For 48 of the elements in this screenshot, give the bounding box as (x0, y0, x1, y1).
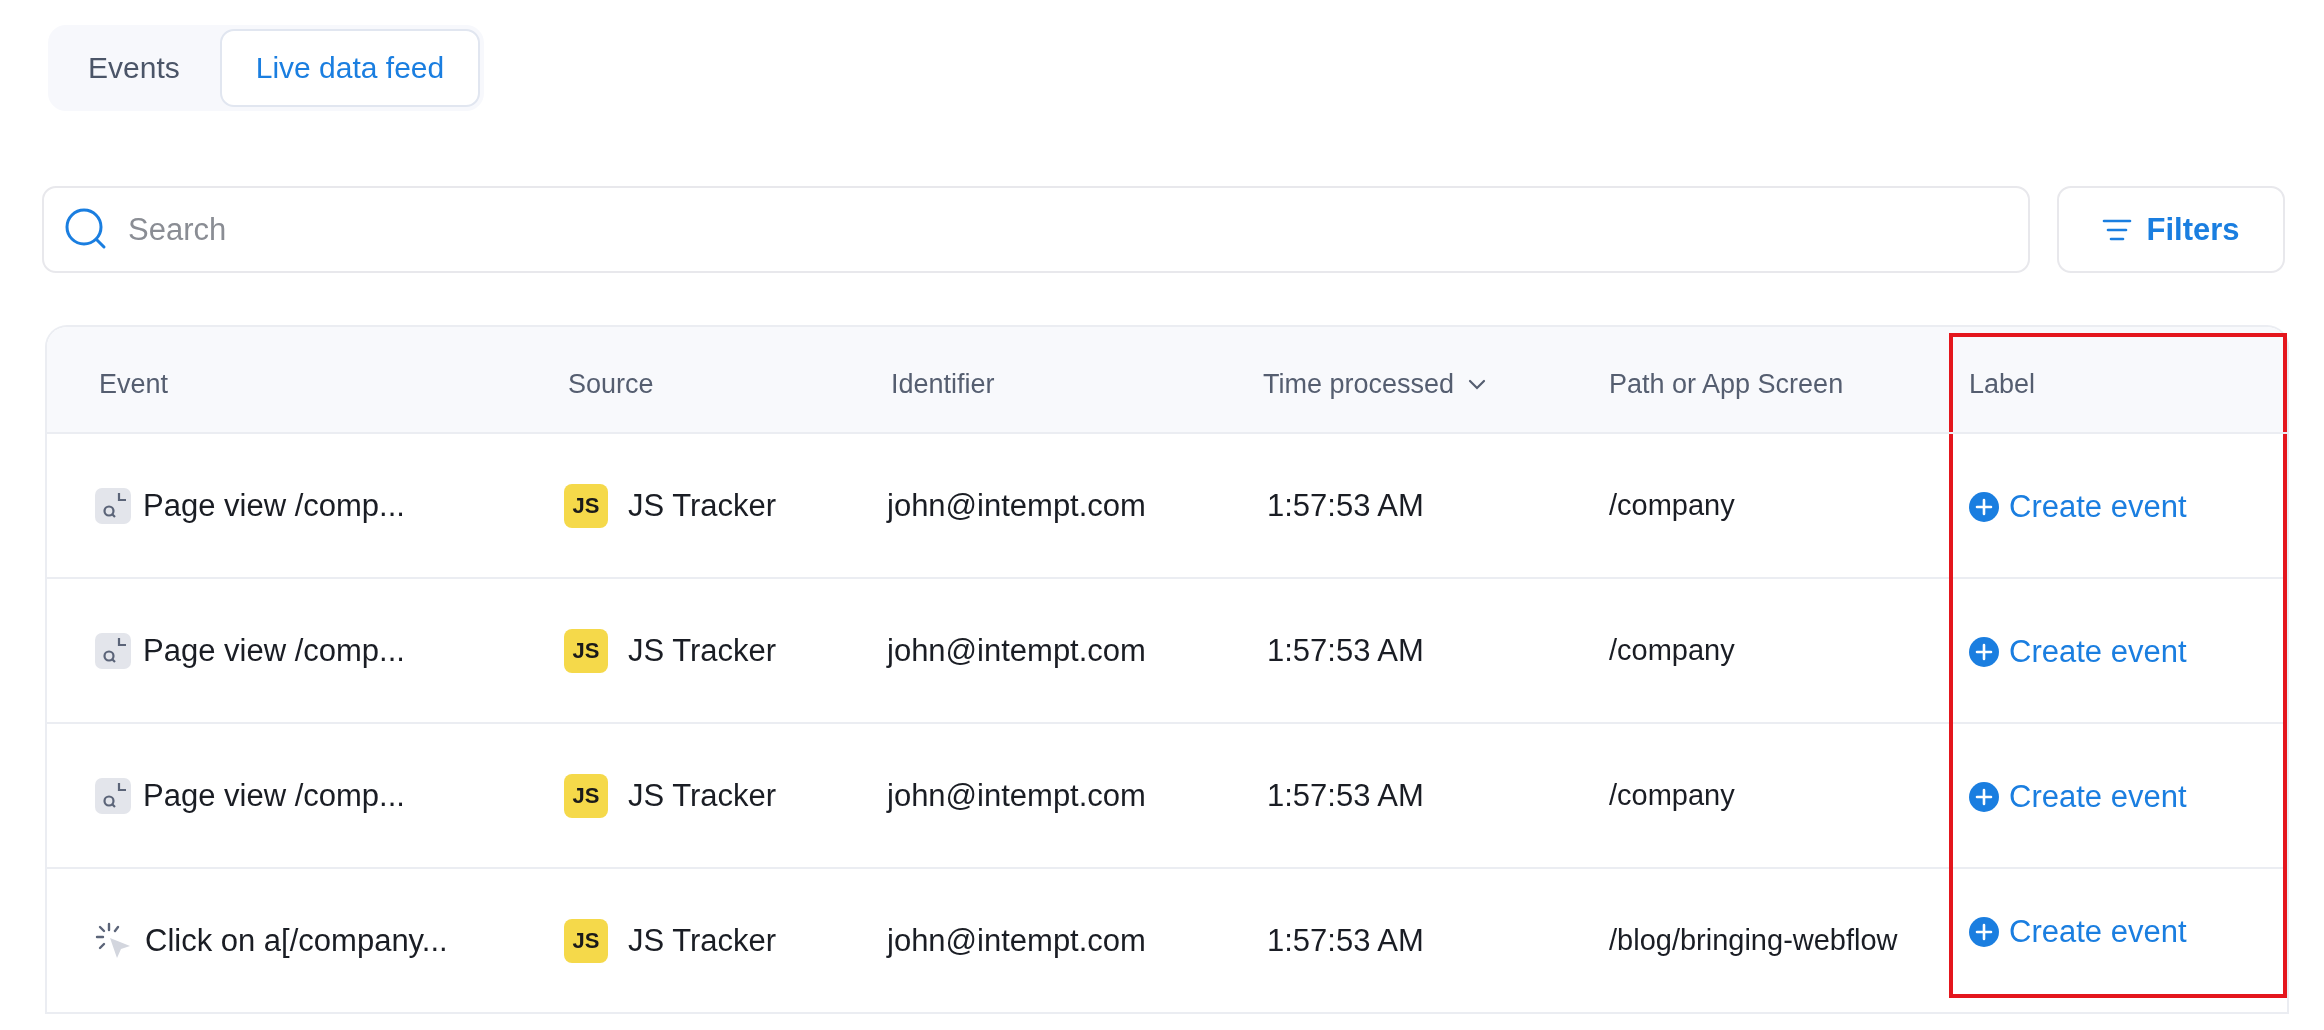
source-name: JS Tracker (628, 922, 777, 959)
event-name: Click on a[/company... (145, 922, 448, 959)
create-event-link[interactable]: Create event (1969, 778, 2187, 815)
time-cell-text: 1:57:53 AM (1266, 632, 1424, 669)
tab[interactable]: Events (52, 29, 216, 107)
column-header: Path or App Screen (1609, 369, 1844, 400)
create-event-link[interactable]: Create event (1969, 913, 2187, 950)
time-cell-text: 1:57:53 AM (1266, 922, 1424, 959)
column-header: Label (1969, 369, 2036, 400)
identifier-cell: john@intempt.com (887, 922, 1146, 959)
js-badge: JS (564, 918, 608, 963)
page-view-icon (95, 487, 131, 524)
search-icon (64, 207, 108, 251)
column-header: Identifier (891, 369, 995, 400)
identifier-cell: john@intempt.com (887, 777, 1146, 814)
page-view-icon (95, 777, 131, 814)
js-badge: JS (564, 628, 608, 673)
path-cell-text: /company (1608, 779, 1735, 812)
event-name: Page view /comp... (143, 632, 405, 669)
plus-circle-icon (1969, 916, 1999, 947)
identifier-cell: john@intempt.com (887, 632, 1146, 669)
filters-button[interactable]: Filters (2057, 186, 2285, 273)
source-name: JS Tracker (628, 632, 777, 669)
event-name: Page view /comp... (143, 487, 405, 524)
path-cell-text: /company (1608, 634, 1735, 667)
plus-circle-icon (1969, 491, 1999, 522)
identifier-cell: john@intempt.com (887, 487, 1146, 524)
plus-circle-icon (1969, 781, 1999, 812)
page-view-icon (95, 632, 131, 669)
path-cell-text: /blog/bringing-webflow (1608, 924, 1898, 957)
time-cell-text: 1:57:53 AM (1266, 777, 1424, 814)
search-field[interactable]: Search (42, 186, 2030, 273)
column-header: Source (568, 369, 654, 400)
time-cell-text: 1:57:53 AM (1266, 487, 1424, 524)
tab[interactable]: Live data feed (219, 29, 481, 107)
chevron-down-icon[interactable] (1468, 378, 1487, 391)
js-badge: JS (564, 483, 608, 528)
column-header: Event (99, 369, 169, 400)
column-header[interactable]: Time processed (1263, 369, 1455, 400)
filter-icon (2102, 217, 2133, 242)
source-name: JS Tracker (628, 777, 777, 814)
js-badge: JS (564, 773, 608, 818)
plus-circle-icon (1969, 636, 1999, 667)
create-event-link[interactable]: Create event (1969, 633, 2187, 670)
event-name: Page view /comp... (143, 777, 405, 814)
source-name: JS Tracker (628, 487, 777, 524)
path-cell-text: /company (1608, 489, 1735, 522)
create-event-link[interactable]: Create event (1969, 488, 2187, 525)
